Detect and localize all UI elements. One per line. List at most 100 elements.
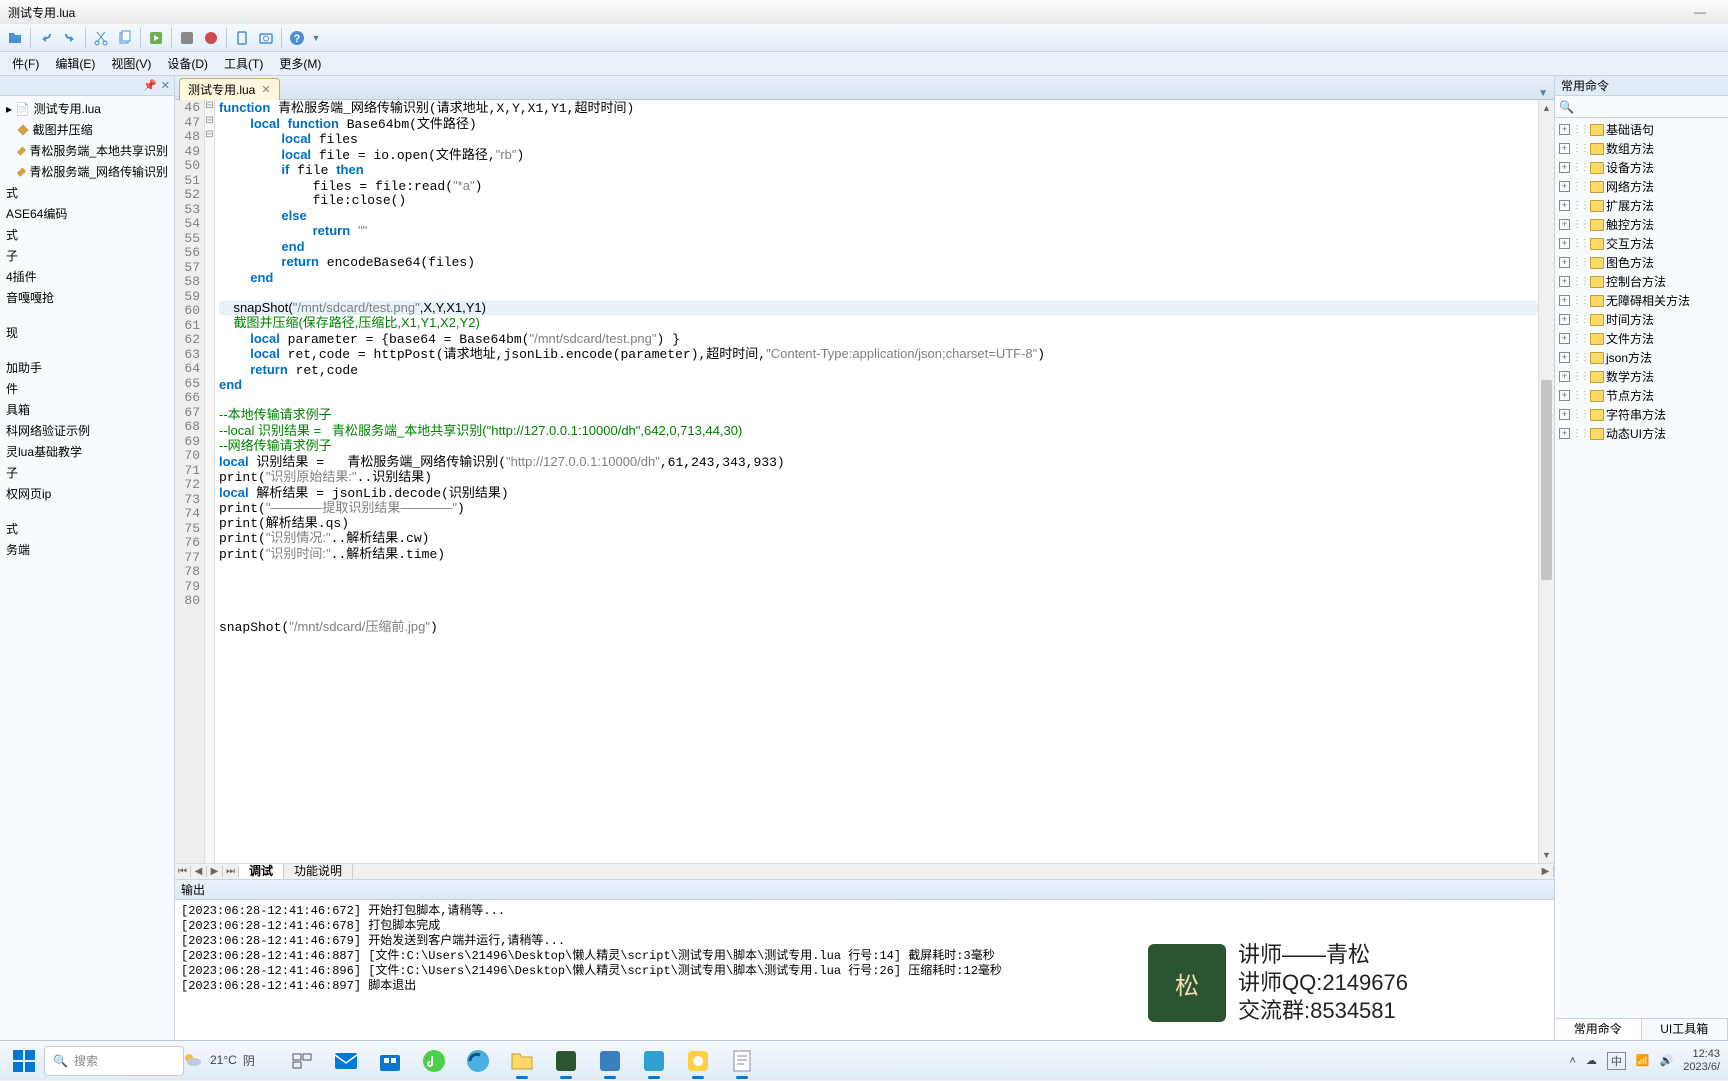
- volume-icon[interactable]: 🔊: [1660, 1054, 1674, 1067]
- expand-icon[interactable]: +: [1559, 276, 1570, 287]
- nav-next-icon[interactable]: ▶: [207, 866, 223, 877]
- notepad-app-icon[interactable]: [722, 1041, 762, 1081]
- expand-icon[interactable]: +: [1559, 181, 1570, 192]
- menu-edit[interactable]: 编辑(E): [47, 52, 103, 76]
- menu-file[interactable]: 件(F): [4, 52, 47, 76]
- command-category[interactable]: +⋮⋮扩展方法: [1555, 196, 1728, 215]
- fold-gutter[interactable]: ⊟ ⊟ ⊟: [205, 100, 215, 863]
- expand-icon[interactable]: +: [1559, 428, 1570, 439]
- tree-item[interactable]: 式: [0, 518, 174, 539]
- mail-app-icon[interactable]: [326, 1041, 366, 1081]
- menu-more[interactable]: 更多(M): [271, 52, 329, 76]
- tree-item[interactable]: 式: [0, 182, 174, 203]
- clock[interactable]: 12:43 2023/6/: [1683, 1048, 1720, 1074]
- expand-icon[interactable]: +: [1559, 390, 1570, 401]
- app-green-icon[interactable]: [546, 1041, 586, 1081]
- right-tab-uitools[interactable]: UI工具箱: [1642, 1019, 1728, 1040]
- nav-prev-icon[interactable]: ◀: [191, 866, 207, 877]
- command-category[interactable]: +⋮⋮字符串方法: [1555, 405, 1728, 424]
- tree-item[interactable]: 权网页ip: [0, 483, 174, 504]
- expand-icon[interactable]: +: [1559, 200, 1570, 211]
- scroll-down-icon[interactable]: ▼: [1539, 847, 1554, 863]
- editor-vscrollbar[interactable]: ▲ ▼: [1538, 100, 1554, 863]
- edge-app-icon[interactable]: [458, 1041, 498, 1081]
- right-tab-commands[interactable]: 常用命令: [1555, 1019, 1642, 1040]
- expand-icon[interactable]: +: [1559, 257, 1570, 268]
- tree-item[interactable]: 加助手: [0, 357, 174, 378]
- scroll-up-icon[interactable]: ▲: [1539, 100, 1554, 116]
- nav-first-icon[interactable]: ⏮: [175, 866, 191, 877]
- cut-button[interactable]: [90, 27, 112, 49]
- open-file-button[interactable]: [4, 27, 26, 49]
- tree-item[interactable]: 具箱: [0, 399, 174, 420]
- expand-icon[interactable]: +: [1559, 238, 1570, 249]
- tab-close-icon[interactable]: ✕: [261, 83, 270, 96]
- expand-icon[interactable]: +: [1559, 409, 1570, 420]
- tree-item[interactable]: 务端: [0, 539, 174, 560]
- music-app-icon[interactable]: [414, 1041, 454, 1081]
- tree-item[interactable]: 音嘎嘎抢: [0, 287, 174, 308]
- commands-search[interactable]: 🔍: [1555, 96, 1728, 118]
- run-button[interactable]: [145, 27, 167, 49]
- taskbar-search[interactable]: 🔍 搜索: [44, 1046, 184, 1076]
- tab-dropdown-icon[interactable]: ▼: [1532, 88, 1554, 99]
- menu-device[interactable]: 设备(D): [159, 52, 216, 76]
- redo-button[interactable]: [59, 27, 81, 49]
- copy-button[interactable]: [114, 27, 136, 49]
- command-category[interactable]: +⋮⋮数组方法: [1555, 139, 1728, 158]
- bottom-tab-debug[interactable]: 调试: [239, 864, 284, 879]
- tree-file-root[interactable]: ▸ 📄 测试专用.lua: [0, 98, 174, 119]
- expand-icon[interactable]: +: [1559, 162, 1570, 173]
- store-app-icon[interactable]: [370, 1041, 410, 1081]
- tree-item[interactable]: 灵lua基础教学: [0, 441, 174, 462]
- expand-icon[interactable]: +: [1559, 219, 1570, 230]
- command-category[interactable]: +⋮⋮无障碍相关方法: [1555, 291, 1728, 310]
- app-yellow-icon[interactable]: [678, 1041, 718, 1081]
- command-category[interactable]: +⋮⋮json方法: [1555, 348, 1728, 367]
- dropdown-more-button[interactable]: ▼: [310, 27, 322, 49]
- app-blue1-icon[interactable]: [590, 1041, 630, 1081]
- command-category[interactable]: +⋮⋮节点方法: [1555, 386, 1728, 405]
- screenshot-button[interactable]: [255, 27, 277, 49]
- expand-icon[interactable]: +: [1559, 352, 1570, 363]
- command-category[interactable]: +⋮⋮图色方法: [1555, 253, 1728, 272]
- hscroll-right-icon[interactable]: ▶: [1538, 866, 1554, 877]
- help-button[interactable]: ?: [286, 27, 308, 49]
- app-blue2-icon[interactable]: [634, 1041, 674, 1081]
- vscroll-thumb[interactable]: [1541, 380, 1552, 580]
- tree-function-item[interactable]: 青松服务端_网络传输识别: [0, 161, 174, 182]
- bottom-tab-desc[interactable]: 功能说明: [284, 864, 353, 879]
- record-button[interactable]: [200, 27, 222, 49]
- expand-icon[interactable]: +: [1559, 295, 1570, 306]
- device-button[interactable]: [231, 27, 253, 49]
- expand-icon[interactable]: +: [1559, 333, 1570, 344]
- command-category[interactable]: +⋮⋮时间方法: [1555, 310, 1728, 329]
- tree-item[interactable]: 现: [0, 322, 174, 343]
- tree-item[interactable]: 4插件: [0, 266, 174, 287]
- stop-button[interactable]: [176, 27, 198, 49]
- command-category[interactable]: +⋮⋮网络方法: [1555, 177, 1728, 196]
- start-button[interactable]: [8, 1045, 40, 1077]
- tray-onedrive-icon[interactable]: ☁: [1586, 1054, 1597, 1067]
- taskview-icon[interactable]: [282, 1041, 322, 1081]
- command-category[interactable]: +⋮⋮控制台方法: [1555, 272, 1728, 291]
- tree-function-item[interactable]: 截图并压缩: [0, 119, 174, 140]
- tree-item[interactable]: 子: [0, 462, 174, 483]
- close-panel-icon[interactable]: ✕: [161, 79, 170, 92]
- expand-icon[interactable]: +: [1559, 314, 1570, 325]
- menu-view[interactable]: 视图(V): [103, 52, 159, 76]
- command-category[interactable]: +⋮⋮触控方法: [1555, 215, 1728, 234]
- ime-indicator[interactable]: 中: [1607, 1052, 1626, 1070]
- minimize-button[interactable]: —: [1680, 5, 1720, 19]
- editor-tab-active[interactable]: 测试专用.lua ✕: [179, 78, 280, 100]
- menu-tools[interactable]: 工具(T): [216, 52, 271, 76]
- nav-last-icon[interactable]: ⏭: [223, 866, 239, 877]
- undo-button[interactable]: [35, 27, 57, 49]
- weather-widget[interactable]: 21°C 阴: [180, 1040, 255, 1080]
- command-category[interactable]: +⋮⋮数学方法: [1555, 367, 1728, 386]
- tree-item[interactable]: 子: [0, 245, 174, 266]
- code-editor[interactable]: 46 47 48 49 50 51 52 53 54 55 56 57 58 5…: [175, 100, 1554, 863]
- code-content[interactable]: function 青松服务端_网络传输识别(请求地址,X,Y,X1,Y1,超时时…: [215, 100, 1538, 863]
- tree-item[interactable]: 件: [0, 378, 174, 399]
- command-category[interactable]: +⋮⋮基础语句: [1555, 120, 1728, 139]
